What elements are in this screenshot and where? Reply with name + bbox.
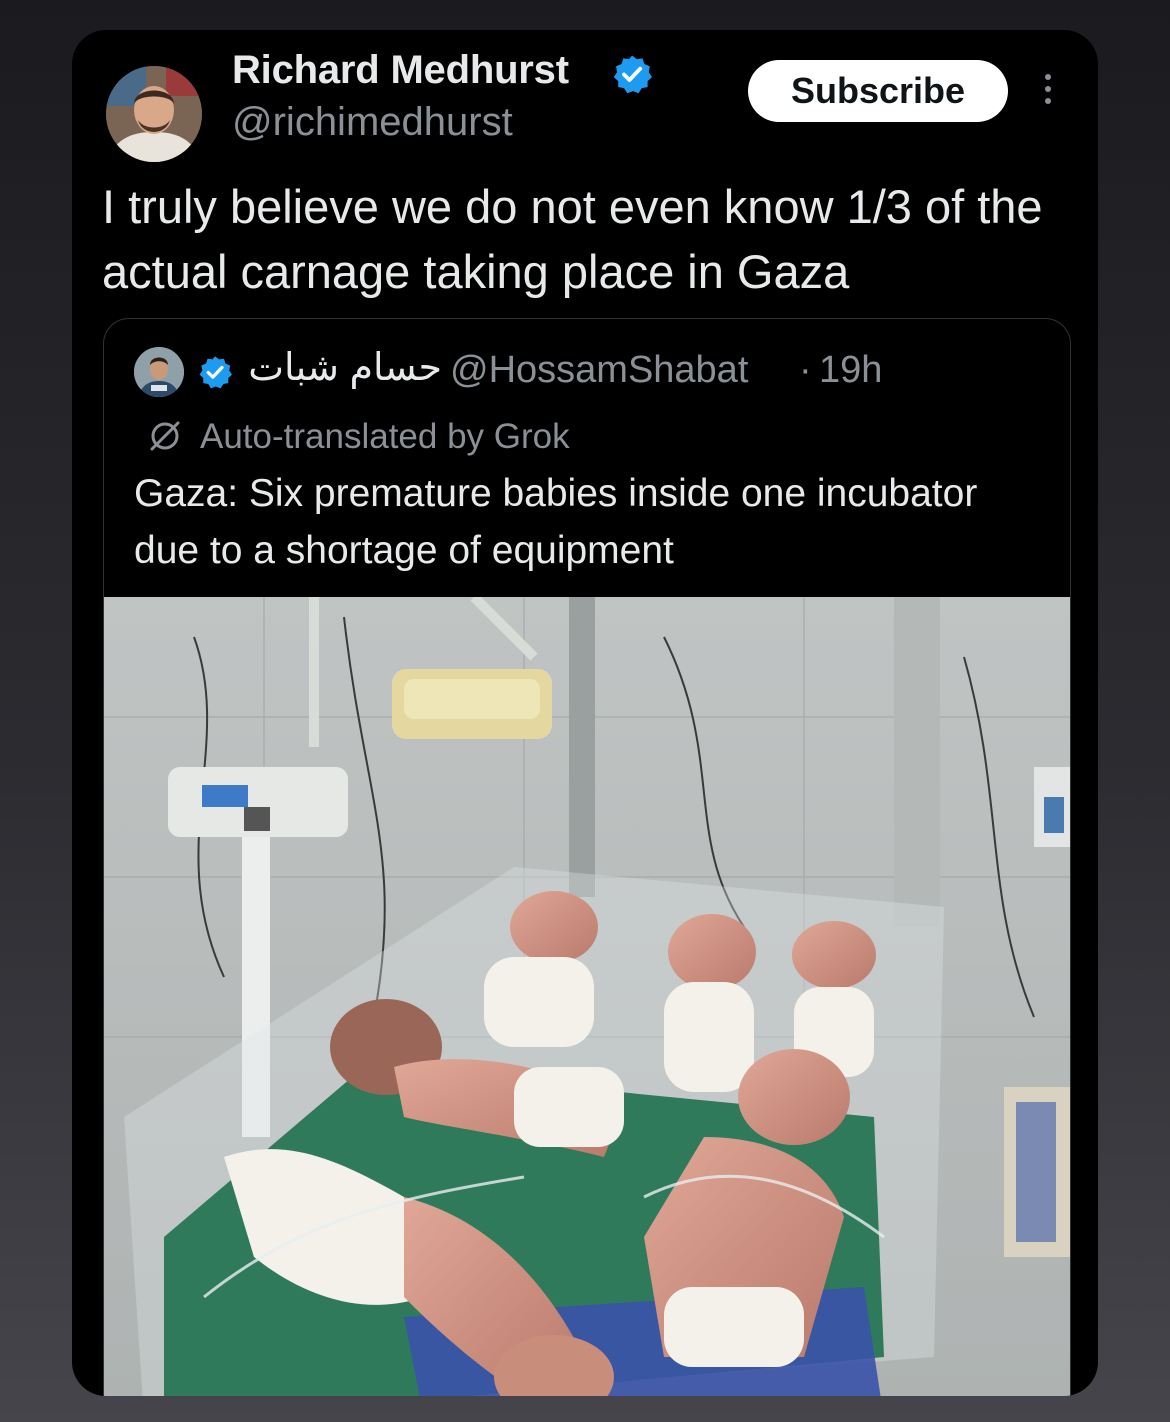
author-avatar[interactable]: [106, 66, 202, 162]
author-handle[interactable]: @richimedhurst: [232, 100, 513, 145]
more-options-icon[interactable]: [1038, 74, 1058, 110]
quoted-author-name[interactable]: حسام شبات: [242, 345, 442, 390]
quoted-post-photo[interactable]: [104, 597, 1070, 1396]
verified-badge-icon: [613, 55, 652, 94]
meta-separator: ·: [799, 349, 812, 391]
quoted-post-time[interactable]: 19h: [819, 349, 882, 392]
post-text: I truly believe we do not even know 1/3 …: [102, 180, 1043, 298]
post-card: Richard Medhurst @richimedhurst Subscrib…: [72, 30, 1098, 1396]
subscribe-button[interactable]: Subscribe: [748, 60, 1008, 122]
auto-translated-label[interactable]: Auto-translated by Grok: [200, 417, 570, 457]
grok-icon: [150, 421, 180, 451]
author-name[interactable]: Richard Medhurst: [232, 48, 569, 93]
quoted-verified-badge-icon: [199, 356, 232, 389]
quoted-author-handle[interactable]: @HossamShabat: [450, 349, 748, 392]
quoted-post[interactable]: حسام شبات @HossamShabat · 19h Auto-trans…: [103, 318, 1071, 1396]
quoted-author-avatar[interactable]: [134, 347, 184, 397]
quoted-post-text: Gaza: Six premature babies inside one in…: [134, 472, 978, 572]
